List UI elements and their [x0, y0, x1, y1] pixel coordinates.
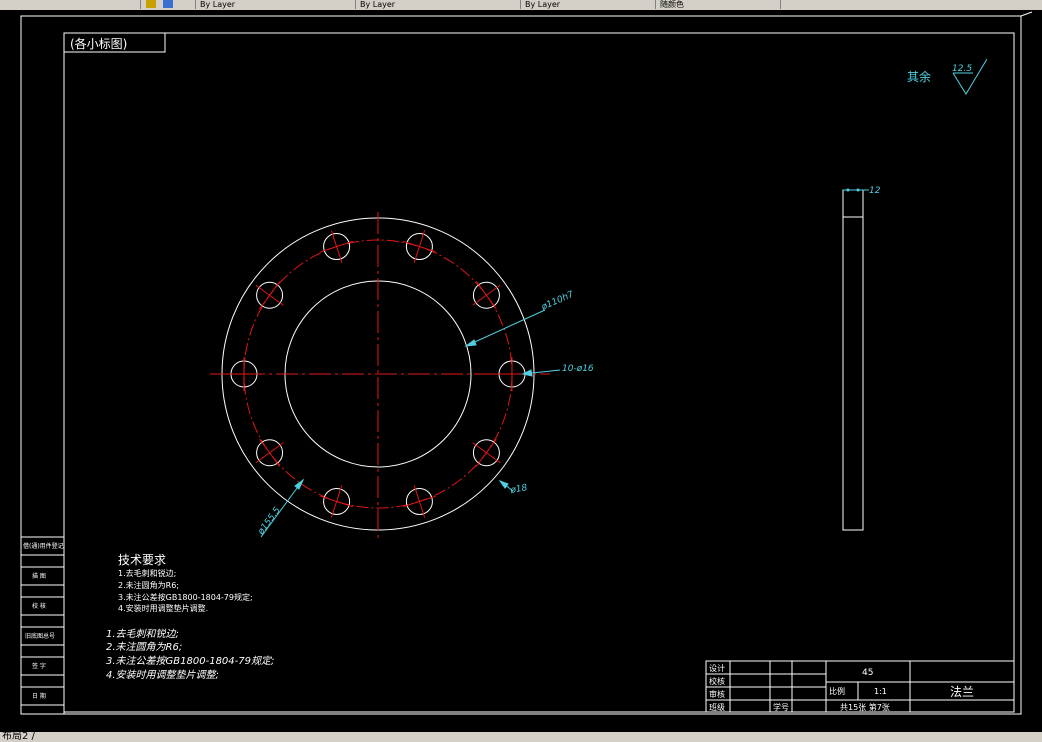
layout-tab[interactable]: 布局2 /: [2, 731, 35, 742]
left-col-2: 描 图: [32, 572, 46, 580]
tb-class: 班级: [709, 702, 725, 712]
tb-material: 45: [862, 668, 873, 678]
left-col-1: 借(通)用件登记: [23, 542, 64, 550]
hole-centerline: [320, 495, 353, 508]
tech-req-small-2: 2.未注圆角为R6;: [118, 580, 179, 590]
hole-centerline: [476, 281, 497, 310]
hole-centerline: [320, 240, 353, 253]
layer-state-icon[interactable]: [162, 0, 173, 8]
toolbar-icons[interactable]: [140, 0, 196, 9]
plotstyle-dropdown[interactable]: 随颜色: [660, 0, 781, 9]
tech-req-small-4: 4.安装时用调整垫片调整.: [118, 603, 208, 613]
hole-centerline: [259, 438, 280, 467]
tb-scale-label: 比例: [829, 686, 845, 696]
plotstyle-dropdown-label: 随颜色: [660, 0, 684, 9]
dim-pcd: ø155.5: [256, 505, 283, 537]
tech-req-small-3: 3.未注公差按GB1800-1804-79规定;: [118, 592, 253, 602]
roughness-value: 12.5: [952, 64, 972, 74]
tech-req-large-1: 1.去毛刺和锐边;: [106, 628, 179, 640]
title-box-text: (各小标图): [70, 36, 127, 51]
tech-req-large-3: 3.未注公差按GB1800-1804-79规定;: [106, 655, 274, 667]
hole-centerline: [259, 281, 280, 310]
tb-design: 设计: [709, 663, 725, 673]
roughness-prefix: 其余: [907, 69, 931, 84]
linetype-dropdown-label: By Layer: [360, 0, 396, 9]
flange-front-view: [210, 212, 550, 542]
tech-req-small-1: 1.去毛刺和锐边;: [118, 568, 176, 578]
layer-icon[interactable]: [146, 0, 156, 8]
color-dropdown-label: By Layer: [200, 0, 236, 9]
hole-centerline: [476, 438, 497, 467]
left-col-5: 签 字: [32, 662, 46, 670]
layout-tab-bar[interactable]: 布局2 /: [0, 731, 1042, 742]
lineweight-dropdown-label: By Layer: [525, 0, 561, 9]
dim-thickness: 12: [869, 186, 881, 196]
tech-req-large-2: 2.未注圆角为R6;: [106, 641, 182, 653]
tb-review: 审核: [709, 689, 725, 699]
tb-part-name: 法兰: [950, 685, 974, 699]
hole-centerline: [403, 495, 436, 508]
toolbar-left-area: [0, 0, 141, 9]
flange-side-view: [842, 188, 869, 531]
linetype-dropdown[interactable]: By Layer: [360, 0, 521, 9]
hole-centerline: [403, 240, 436, 253]
dim-hole-dia: ø18: [509, 483, 529, 496]
left-col-3: 校 核: [32, 602, 46, 610]
tb-scale: 1:1: [874, 687, 887, 696]
dim-holes: 10-ø16: [562, 364, 594, 374]
tech-req-title: 技术要求: [118, 553, 166, 567]
tb-check: 校核: [709, 676, 725, 686]
cad-drawing[interactable]: (各小标图) 其余 12.5 ø110h7 10-ø16 ø155.5 ø18 …: [0, 10, 1042, 732]
frame-corner: [1020, 11, 1033, 17]
left-col-6: 日 期: [32, 692, 46, 700]
left-col-4: 旧底图总号: [25, 632, 55, 640]
color-dropdown[interactable]: By Layer: [200, 0, 356, 9]
lineweight-dropdown[interactable]: By Layer: [525, 0, 656, 9]
dim-diameter-110: ø110h7: [539, 290, 575, 314]
tech-req-large-4: 4.安装时用调整垫片调整;: [106, 669, 219, 681]
dimension-leaders: [260, 309, 561, 538]
tb-sheets: 共15张 第7张: [840, 702, 890, 712]
left-column-table: [20, 536, 65, 715]
drawing-canvas[interactable]: (各小标图) 其余 12.5 ø110h7 10-ø16 ø155.5 ø18 …: [0, 10, 1042, 732]
tb-student-no: 学号: [773, 702, 789, 712]
